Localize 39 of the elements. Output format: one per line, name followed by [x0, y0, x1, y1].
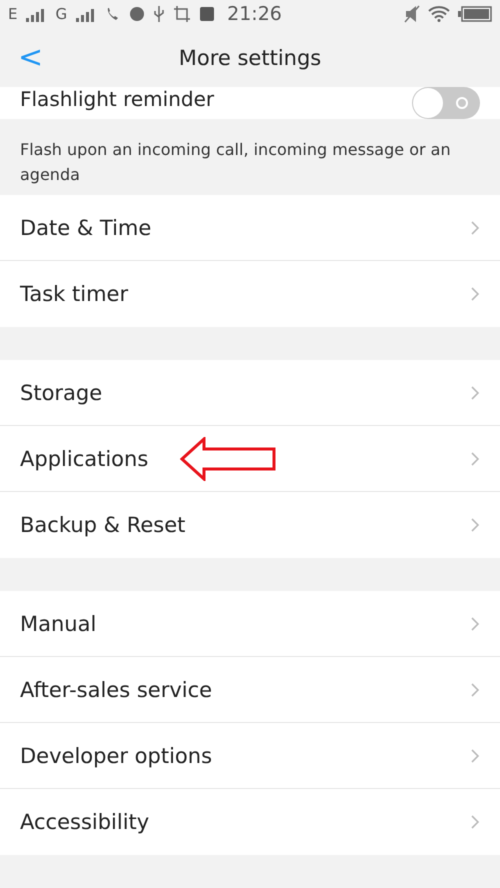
setting-label: Applications	[20, 446, 148, 470]
setting-label: Developer options	[20, 744, 212, 768]
settings-row[interactable]: Developer options	[0, 723, 500, 789]
settings-row[interactable]: Task timer	[0, 261, 500, 327]
settings-row[interactable]: Backup & Reset	[0, 492, 500, 558]
setting-label: Date & Time	[20, 216, 152, 240]
settings-row[interactable]: Storage	[0, 360, 500, 426]
chevron-icon	[470, 286, 480, 302]
setting-label: Manual	[20, 612, 96, 636]
settings-row[interactable]: Applications	[0, 426, 500, 492]
toggle-switch[interactable]	[412, 87, 480, 120]
usb-icon	[153, 4, 166, 23]
battery-icon	[458, 6, 492, 22]
setting-label: After-sales service	[20, 678, 212, 702]
chevron-icon	[470, 814, 480, 830]
chevron-icon	[470, 450, 480, 466]
setting-label: Storage	[20, 380, 102, 404]
setting-description: Flash upon an incoming call, incoming message or an agenda	[19, 139, 452, 186]
wifi-icon	[428, 6, 450, 22]
setting-label: Task timer	[20, 282, 128, 306]
page-title: More settings	[178, 46, 322, 70]
chevron-icon	[470, 220, 480, 236]
clock-time: 21:26	[227, 2, 282, 25]
settings-row[interactable]: Accessibility	[0, 789, 500, 855]
settings-row[interactable]: Date & Time	[0, 195, 500, 261]
mute-icon	[404, 4, 420, 23]
setting-label: Backup & Reset	[20, 513, 186, 537]
chevron-icon	[470, 748, 480, 764]
network-type: G	[55, 4, 68, 23]
setting-label: Accessibility	[20, 810, 150, 834]
chevron-icon	[470, 384, 480, 400]
chevron-icon	[470, 682, 480, 698]
setting-label: Flashlight reminder	[20, 87, 214, 112]
settings-row[interactable]: Manual	[0, 591, 500, 657]
chevron-icon	[470, 517, 480, 533]
settings-row[interactable]: After-sales service	[0, 657, 500, 723]
chevron-icon	[470, 616, 480, 632]
screenshot-icon	[173, 4, 192, 23]
network-type: E	[8, 4, 18, 23]
